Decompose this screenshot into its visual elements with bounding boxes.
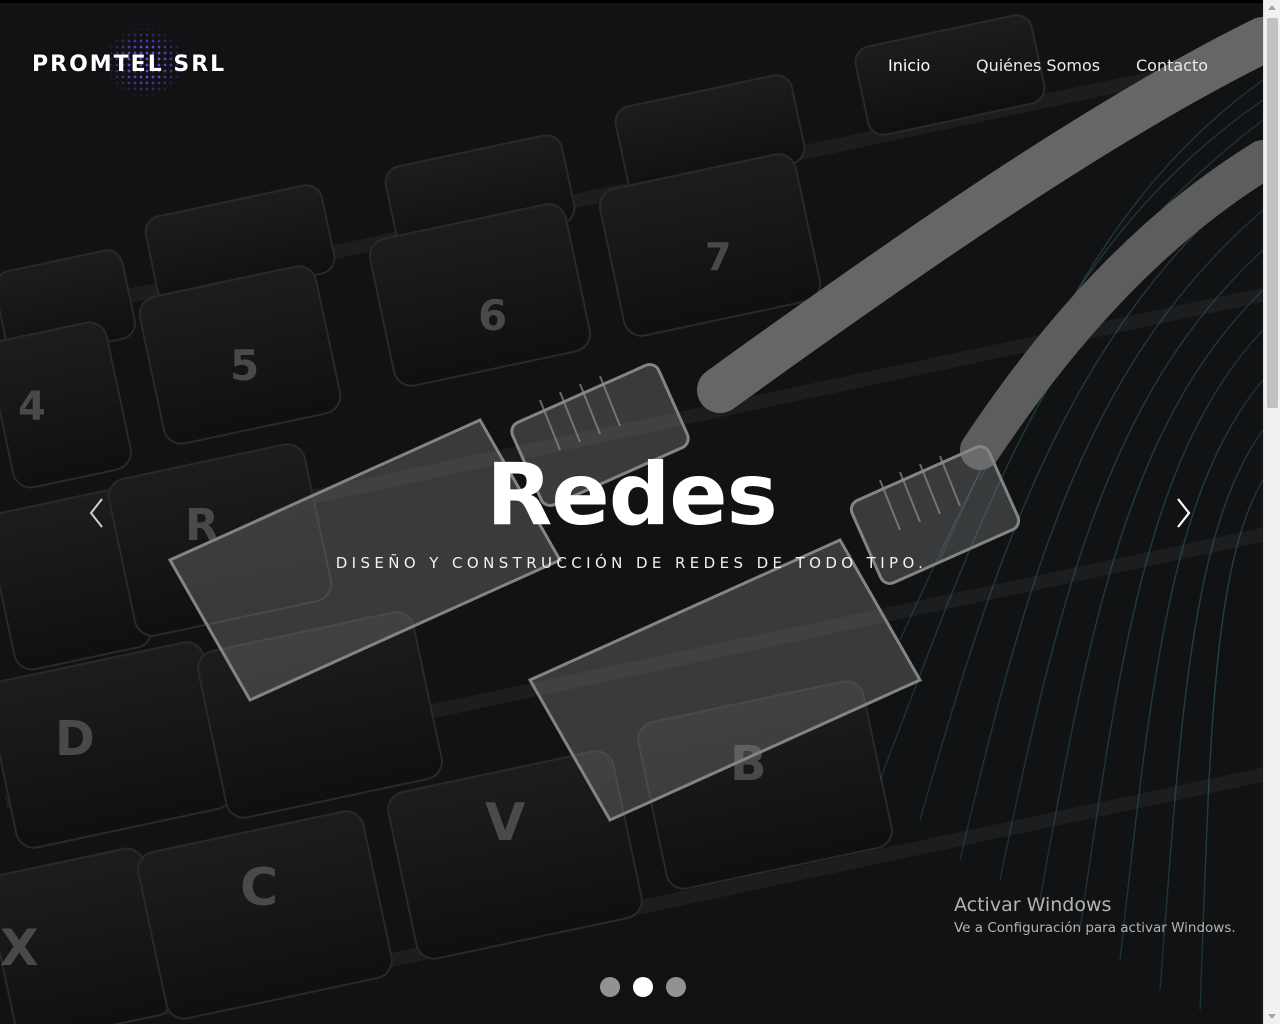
brand-logo[interactable]: PROMTEL SRL	[32, 14, 272, 110]
carousel-indicator-2[interactable]	[633, 977, 653, 997]
nav-link-contacto[interactable]: Contacto	[1136, 56, 1208, 75]
watermark-subtitle: Ve a Configuración para activar Windows.	[954, 920, 1236, 936]
chevron-left-icon	[89, 498, 103, 528]
top-border	[0, 0, 1263, 3]
windows-activation-watermark: Activar Windows Ve a Configuración para …	[954, 894, 1236, 936]
carousel-prev-button[interactable]	[82, 496, 112, 530]
carousel-indicator-1[interactable]	[600, 977, 620, 997]
scroll-up-arrow-icon[interactable]	[1268, 5, 1276, 10]
carousel-caption: Redes DISEÑO Y CONSTRUCCIÓN DE REDES DE …	[0, 440, 1263, 572]
nav-link-quienes-somos[interactable]: Quiénes Somos	[976, 56, 1100, 75]
brand-name: PROMTEL SRL	[32, 52, 227, 77]
carousel-indicators	[600, 977, 686, 997]
carousel-next-button[interactable]	[1168, 496, 1198, 530]
slide-title: Redes	[486, 445, 778, 545]
watermark-title: Activar Windows	[954, 894, 1112, 916]
page: 5 6 7 4 R D C V B X	[0, 0, 1280, 1024]
chevron-right-icon	[1177, 498, 1191, 528]
scroll-down-arrow-icon[interactable]	[1268, 1014, 1276, 1019]
scrollbar-thumb[interactable]	[1267, 18, 1278, 408]
nav-link-inicio[interactable]: Inicio	[888, 56, 930, 75]
page-scrollbar[interactable]	[1263, 0, 1280, 1024]
carousel-indicator-3[interactable]	[666, 977, 686, 997]
slide-subtitle: DISEÑO Y CONSTRUCCIÓN DE REDES DE TODO T…	[335, 554, 928, 572]
